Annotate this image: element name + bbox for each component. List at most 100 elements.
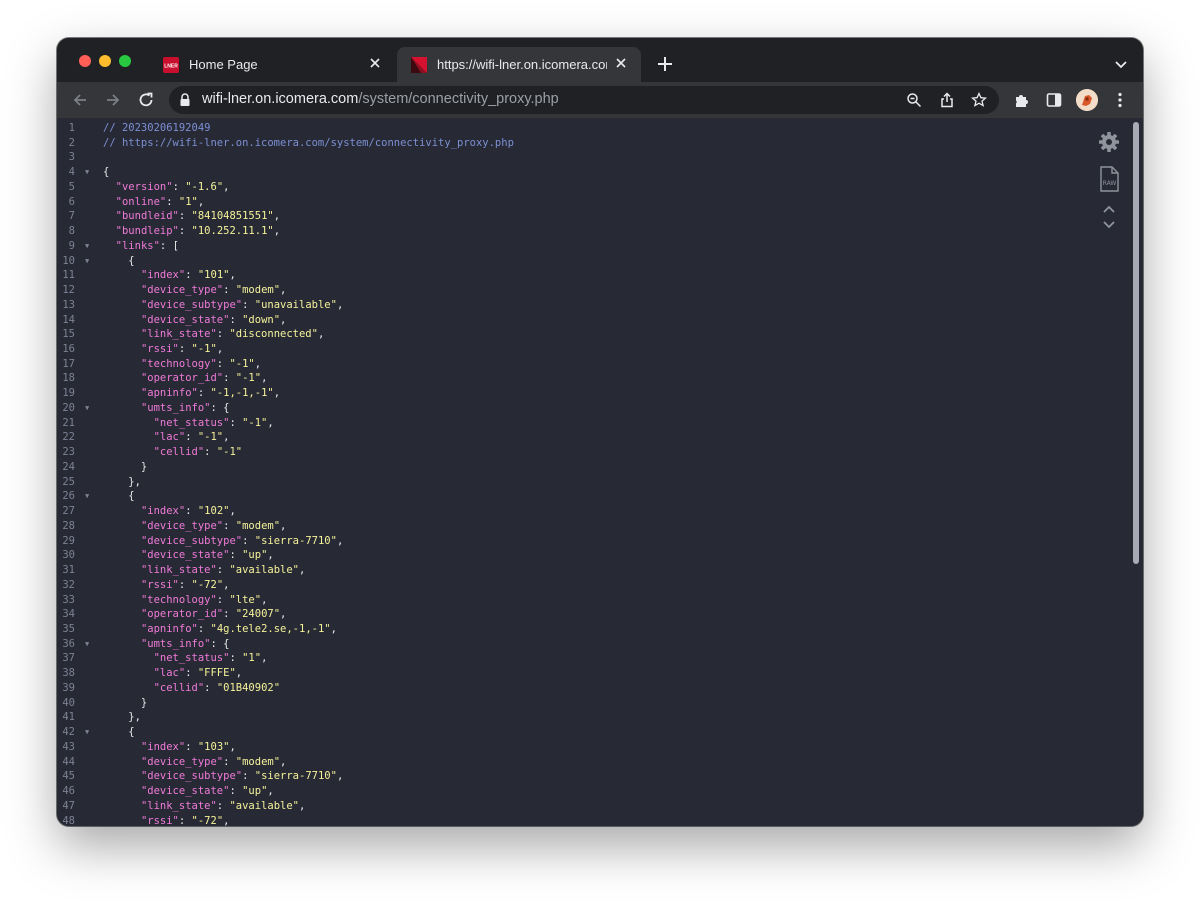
close-tab-icon[interactable] [365, 53, 385, 73]
punctuation: , [223, 578, 230, 591]
json-string: "modem" [235, 755, 281, 768]
line-number: 11 [62, 269, 75, 282]
json-key: "index" [140, 505, 186, 518]
menu-icon[interactable] [1109, 89, 1131, 111]
line-number: 15 [62, 328, 75, 341]
json-string: "down" [242, 313, 281, 326]
json-string: "lte" [229, 593, 262, 606]
punctuation [103, 756, 141, 768]
star-icon[interactable] [969, 90, 989, 110]
tab-home-page[interactable]: LNER Home Page [149, 47, 395, 82]
punctuation: , [273, 225, 281, 238]
settings-gear-icon[interactable] [1096, 129, 1122, 155]
punctuation: , [229, 269, 236, 282]
close-window-button[interactable] [79, 55, 91, 67]
json-key: "device_state" [140, 549, 230, 562]
json-key: "bundleip" [115, 225, 179, 238]
forward-icon[interactable] [102, 89, 124, 111]
punctuation: : [178, 578, 192, 591]
json-key: "device_subtype" [140, 770, 243, 783]
punctuation: : [216, 328, 230, 341]
json-key: "rssi" [140, 343, 179, 356]
reload-icon[interactable] [135, 89, 157, 111]
line-number: 1 [68, 122, 75, 134]
punctuation [103, 520, 141, 532]
line-number: 23 [62, 446, 75, 459]
fold-toggle-icon[interactable]: ▼ [85, 489, 89, 504]
punctuation [103, 638, 141, 650]
json-string: "103" [197, 740, 230, 753]
extensions-icon[interactable] [1010, 89, 1032, 111]
json-string: "disconnected" [229, 328, 318, 341]
side-panel-icon[interactable] [1043, 89, 1065, 111]
zoom-icon[interactable] [904, 90, 924, 110]
code-text: "umts_info": { [103, 401, 230, 416]
fold-toggle-icon[interactable]: ▼ [85, 401, 89, 416]
punctuation [103, 682, 154, 694]
back-icon[interactable] [69, 89, 91, 111]
json-string: "sierra-7710" [254, 534, 337, 547]
fold-toggle-icon[interactable]: ▼ [85, 165, 89, 180]
punctuation: , [223, 431, 230, 444]
code-line: 14 "device_state": "down", [57, 313, 1117, 328]
code-line: 5 "version": "-1.6", [57, 180, 1117, 195]
close-tab-icon[interactable] [611, 53, 631, 73]
line-number: 24 [62, 460, 75, 473]
punctuation: : [229, 416, 243, 429]
code-line: 11 "index": "101", [57, 268, 1117, 283]
punctuation: : [223, 519, 236, 532]
punctuation: , [280, 755, 287, 768]
punctuation: , [336, 298, 344, 311]
line-number: 41 [62, 711, 75, 724]
code-line: 2 // https://wifi-lner.on.icomera.com/sys… [57, 136, 1117, 151]
fold-toggle-icon[interactable]: ▼ [85, 725, 89, 740]
code-line: 18 "operator_id": "-1", [57, 371, 1117, 386]
json-string: "1" [242, 652, 262, 665]
punctuation: , [261, 593, 268, 606]
line-number: 6 [68, 195, 75, 208]
code-text: "index": "103", [103, 740, 236, 755]
new-tab-icon[interactable] [655, 54, 675, 74]
tab-search-chevron-icon[interactable] [1113, 56, 1129, 72]
fold-toggle-icon[interactable]: ▼ [85, 637, 89, 652]
json-key: "index" [140, 740, 186, 753]
punctuation [103, 564, 141, 576]
punctuation [103, 225, 116, 237]
punctuation: : [229, 313, 243, 326]
json-key: "operator_id" [140, 372, 224, 385]
punctuation: : [242, 534, 255, 547]
code-text: "link_state": "available", [103, 799, 305, 814]
code-line: 27 "index": "102", [57, 504, 1117, 519]
json-key: "operator_id" [140, 608, 224, 621]
code-line: 3 [57, 150, 1117, 165]
json-key: "link_state" [140, 564, 217, 577]
punctuation: : [229, 549, 243, 562]
collapse-expand-icon[interactable] [1096, 204, 1122, 230]
punctuation: : [229, 785, 243, 798]
maximize-window-button[interactable] [119, 55, 131, 67]
code-text: "link_state": "available", [103, 563, 305, 578]
tab-connectivity-proxy[interactable]: https://wifi-lner.on.icomera.com/system/… [397, 47, 641, 82]
fold-toggle-icon[interactable]: ▼ [85, 239, 89, 254]
json-string: "01B40902" [216, 681, 281, 694]
json-key: "device_subtype" [140, 534, 243, 547]
code-line: 23 "cellid": "-1" [57, 445, 1117, 460]
address-bar[interactable]: wifi-lner.on.icomera.com/system/connecti… [169, 86, 999, 114]
fold-toggle-icon[interactable]: ▼ [85, 254, 89, 269]
code-text: "operator_id": "-1", [103, 371, 267, 386]
raw-icon[interactable]: RAW [1096, 166, 1122, 192]
profile-avatar-icon[interactable] [1076, 89, 1098, 111]
vertical-scrollbar[interactable] [1133, 122, 1139, 564]
code-text: }, [103, 710, 141, 725]
code-line: 35 "apninfo": "4g.tele2.se,-1,-1", [57, 622, 1117, 637]
code-line: 41 }, [57, 710, 1117, 725]
json-string: "modem" [235, 519, 281, 532]
url-text[interactable]: wifi-lner.on.icomera.com/system/connecti… [202, 91, 559, 107]
code-line: 48 "rssi": "-72", [57, 814, 1117, 826]
lock-icon[interactable] [179, 93, 191, 107]
punctuation [103, 240, 116, 252]
code-line: 26 ▼ { [57, 489, 1117, 504]
punctuation: { [103, 166, 110, 179]
minimize-window-button[interactable] [99, 55, 111, 67]
share-icon[interactable] [937, 90, 957, 110]
